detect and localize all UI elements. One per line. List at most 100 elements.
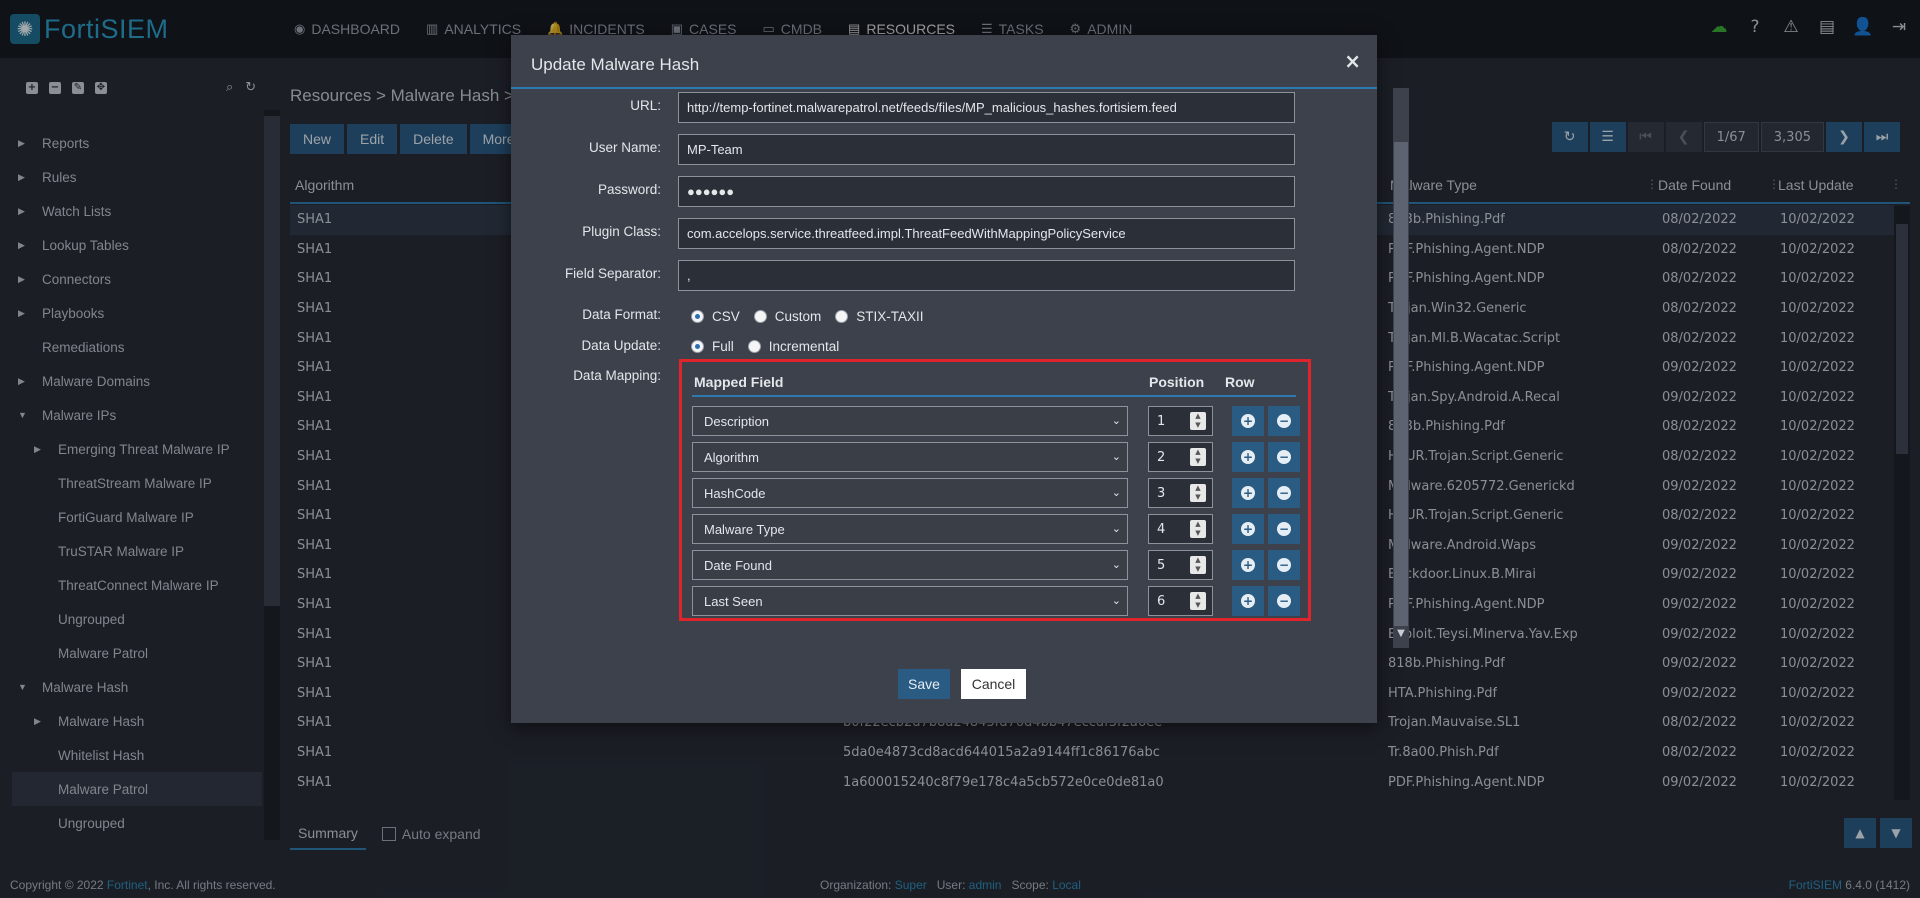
data-update-options: Full Incremental: [691, 339, 853, 354]
password-row: Password: ●●●●●●: [511, 176, 1295, 207]
remove-row-button[interactable]: −: [1268, 442, 1300, 472]
mapping-row: Algorithm ⌄ 2 ▲ ▼ + −: [692, 442, 1300, 472]
remove-row-button[interactable]: −: [1268, 406, 1300, 436]
minus-circle-icon: −: [1277, 450, 1291, 464]
spinner-icon[interactable]: ▲ ▼: [1190, 520, 1206, 538]
data-mapping-label: Data Mapping:: [573, 368, 661, 383]
mapped-field-select[interactable]: Date Found ⌄: [692, 550, 1128, 580]
mapped-field-value: Date Found: [704, 557, 772, 573]
plugin-class-input[interactable]: com.accelops.service.threatfeed.impl.Thr…: [678, 218, 1295, 249]
spinner-icon[interactable]: ▲ ▼: [1190, 412, 1206, 430]
mapped-field-select[interactable]: Malware Type ⌄: [692, 514, 1128, 544]
position-value: 1: [1157, 413, 1166, 429]
minus-circle-icon: −: [1277, 558, 1291, 572]
close-icon[interactable]: ×: [1344, 49, 1361, 73]
mapped-field-value: Malware Type: [704, 521, 785, 537]
format-option-label: Custom: [774, 309, 822, 324]
spinner-icon[interactable]: ▲ ▼: [1190, 448, 1206, 466]
chevron-down-icon: ⌄: [1111, 415, 1121, 427]
add-row-button[interactable]: +: [1232, 478, 1264, 508]
plus-circle-icon: +: [1241, 558, 1255, 572]
chevron-down-icon: ⌄: [1111, 451, 1121, 463]
position-stepper[interactable]: 6 ▲ ▼: [1148, 586, 1213, 616]
plus-circle-icon: +: [1241, 486, 1255, 500]
mapped-field-value: Description: [704, 413, 770, 429]
mapped-field-value: Last Seen: [704, 593, 763, 609]
field-separator-row: Field Separator: ,: [511, 260, 1295, 291]
update-radio-full[interactable]: [691, 340, 704, 353]
save-button[interactable]: Save: [898, 669, 950, 699]
field-separator-label: Field Separator:: [564, 266, 661, 281]
update-option-label: Incremental: [768, 339, 840, 354]
remove-row-button[interactable]: −: [1268, 550, 1300, 580]
data-format-label: Data Format:: [582, 307, 661, 322]
data-mapping-table: Mapped Field Position Row Description ⌄ 1 ▲…: [679, 359, 1311, 621]
remove-row-button[interactable]: −: [1268, 586, 1300, 616]
position-stepper[interactable]: 4 ▲ ▼: [1148, 514, 1213, 544]
dialog-header: Update Malware Hash ×: [511, 35, 1377, 89]
update-option-label: Full: [712, 339, 734, 354]
chevron-down-icon: ⌄: [1111, 559, 1121, 571]
add-row-button[interactable]: +: [1232, 550, 1264, 580]
chevron-down-icon: ⌄: [1111, 487, 1121, 499]
remove-row-button[interactable]: −: [1268, 514, 1300, 544]
data-format-options: CSV Custom STIX-TAXII: [691, 309, 938, 324]
mapped-field-select[interactable]: HashCode ⌄: [692, 478, 1128, 508]
plugin-class-label: Plugin Class:: [582, 224, 661, 239]
format-option-label: STIX-TAXII: [856, 309, 924, 324]
url-input[interactable]: http://temp-fortinet.malwarepatrol.net/f…: [678, 92, 1295, 123]
url-row: URL: http://temp-fortinet.malwarepatrol.…: [511, 92, 1295, 123]
username-label: User Name:: [588, 140, 661, 155]
mapping-row: HashCode ⌄ 3 ▲ ▼ + −: [692, 478, 1300, 508]
plugin-class-row: Plugin Class: com.accelops.service.threa…: [511, 218, 1295, 249]
format-radio-custom[interactable]: [753, 310, 767, 323]
position-value: 3: [1157, 485, 1166, 501]
field-separator-input[interactable]: ,: [678, 260, 1295, 291]
dialog-scrollbar-thumb[interactable]: [1394, 142, 1408, 626]
mapping-row: Description ⌄ 1 ▲ ▼ + −: [692, 406, 1300, 436]
position-value: 6: [1157, 593, 1166, 609]
position-value: 4: [1157, 521, 1166, 537]
format-radio-stixtaxii[interactable]: [835, 310, 849, 323]
plus-circle-icon: +: [1241, 450, 1255, 464]
data-update-label: Data Update:: [581, 338, 661, 353]
mapping-header: Mapped Field Position Row: [692, 371, 1296, 397]
remove-row-button[interactable]: −: [1268, 478, 1300, 508]
username-row: User Name: MP-Team: [511, 134, 1295, 165]
mapped-field-select[interactable]: Description ⌄: [692, 406, 1128, 436]
minus-circle-icon: −: [1277, 594, 1291, 608]
mapped-field-value: Algorithm: [704, 449, 759, 465]
username-input[interactable]: MP-Team: [678, 134, 1295, 165]
spinner-icon[interactable]: ▲ ▼: [1190, 592, 1206, 610]
scroll-down-icon[interactable]: ▼: [1393, 628, 1409, 644]
mapped-field-select[interactable]: Algorithm ⌄: [692, 442, 1128, 472]
plus-circle-icon: +: [1241, 414, 1255, 428]
mapping-row: Last Seen ⌄ 6 ▲ ▼ + −: [692, 586, 1300, 616]
password-input[interactable]: ●●●●●●: [678, 176, 1295, 207]
minus-circle-icon: −: [1277, 414, 1291, 428]
add-row-button[interactable]: +: [1232, 406, 1264, 436]
mapping-row: Date Found ⌄ 5 ▲ ▼ + −: [692, 550, 1300, 580]
format-radio-csv[interactable]: [691, 310, 704, 323]
dialog-title: Update Malware Hash: [531, 55, 700, 74]
mapped-field-select[interactable]: Last Seen ⌄: [692, 586, 1128, 616]
position-stepper[interactable]: 1 ▲ ▼: [1148, 406, 1213, 436]
minus-circle-icon: −: [1277, 522, 1291, 536]
position-stepper[interactable]: 3 ▲ ▼: [1148, 478, 1213, 508]
update-radio-incremental[interactable]: [747, 340, 761, 353]
cancel-button[interactable]: Cancel: [961, 669, 1026, 699]
url-label: URL:: [630, 98, 661, 113]
position-value: 5: [1157, 557, 1166, 573]
add-row-button[interactable]: +: [1232, 442, 1264, 472]
spinner-icon[interactable]: ▲ ▼: [1190, 556, 1206, 574]
position-stepper[interactable]: 5 ▲ ▼: [1148, 550, 1213, 580]
position-value: 2: [1157, 449, 1166, 465]
mapping-col-position: Position: [1149, 374, 1205, 390]
mapping-col-row: Row: [1225, 374, 1255, 390]
spinner-icon[interactable]: ▲ ▼: [1190, 484, 1206, 502]
plus-circle-icon: +: [1241, 594, 1255, 608]
add-row-button[interactable]: +: [1232, 586, 1264, 616]
position-stepper[interactable]: 2 ▲ ▼: [1148, 442, 1213, 472]
format-option-label: CSV: [712, 309, 740, 324]
add-row-button[interactable]: +: [1232, 514, 1264, 544]
